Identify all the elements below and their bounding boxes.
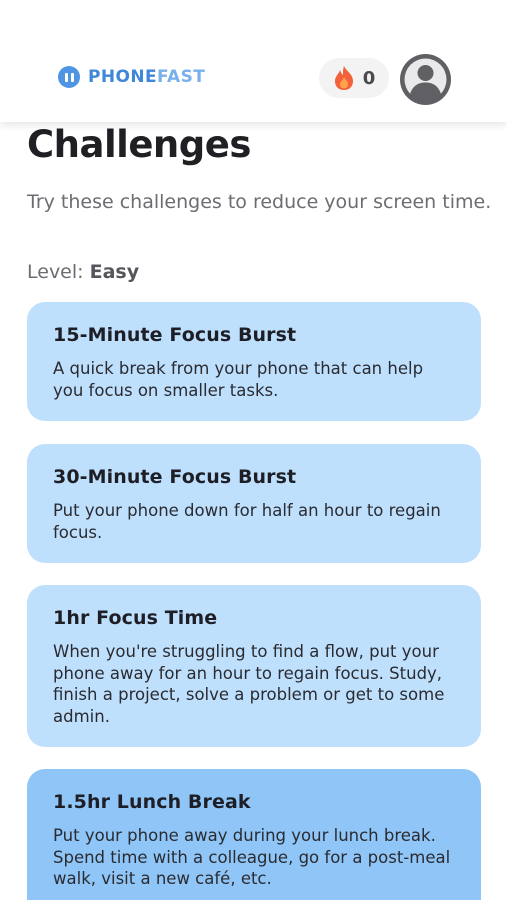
- challenge-title: 30-Minute Focus Burst: [53, 466, 297, 488]
- user-avatar-icon[interactable]: [400, 54, 451, 105]
- brand-name: PHONEFAST: [88, 67, 205, 87]
- page-title: Challenges: [27, 123, 251, 166]
- streak-count: 0: [362, 67, 376, 89]
- challenge-card[interactable]: 1hr Focus Time When you're struggling to…: [27, 585, 481, 747]
- challenge-card[interactable]: 15-Minute Focus Burst A quick break from…: [27, 302, 481, 421]
- brand-name-part1: PHONE: [88, 67, 157, 87]
- challenge-card[interactable]: 30-Minute Focus Burst Put your phone dow…: [27, 444, 481, 563]
- streak-button[interactable]: 0: [319, 58, 389, 98]
- challenge-description: When you're struggling to find a flow, p…: [53, 642, 445, 726]
- challenge-title: 1.5hr Lunch Break: [53, 791, 251, 813]
- level-value: Easy: [89, 261, 140, 283]
- brand-name-part2: FAST: [156, 67, 206, 87]
- challenge-card-selected[interactable]: 1.5hr Lunch Break Put your phone away du…: [27, 769, 481, 900]
- challenge-description: Put your phone down for half an hour to …: [53, 501, 441, 542]
- challenge-description: A quick break from your phone that can h…: [53, 359, 424, 400]
- pause-circle-icon: [58, 66, 80, 88]
- challenge-description: Put your phone away during your lunch br…: [53, 826, 451, 888]
- brand-logo[interactable]: PHONEFAST: [58, 66, 205, 88]
- challenge-title: 1hr Focus Time: [53, 607, 218, 629]
- challenge-title: 15-Minute Focus Burst: [53, 324, 297, 346]
- fire-icon: [333, 65, 355, 91]
- level-label: Level:: [27, 261, 84, 283]
- difficulty-level: Level: Easy: [27, 261, 139, 283]
- page-subtitle: Try these challenges to reduce your scre…: [27, 191, 492, 213]
- app-header: PHONEFAST 0: [0, 0, 507, 122]
